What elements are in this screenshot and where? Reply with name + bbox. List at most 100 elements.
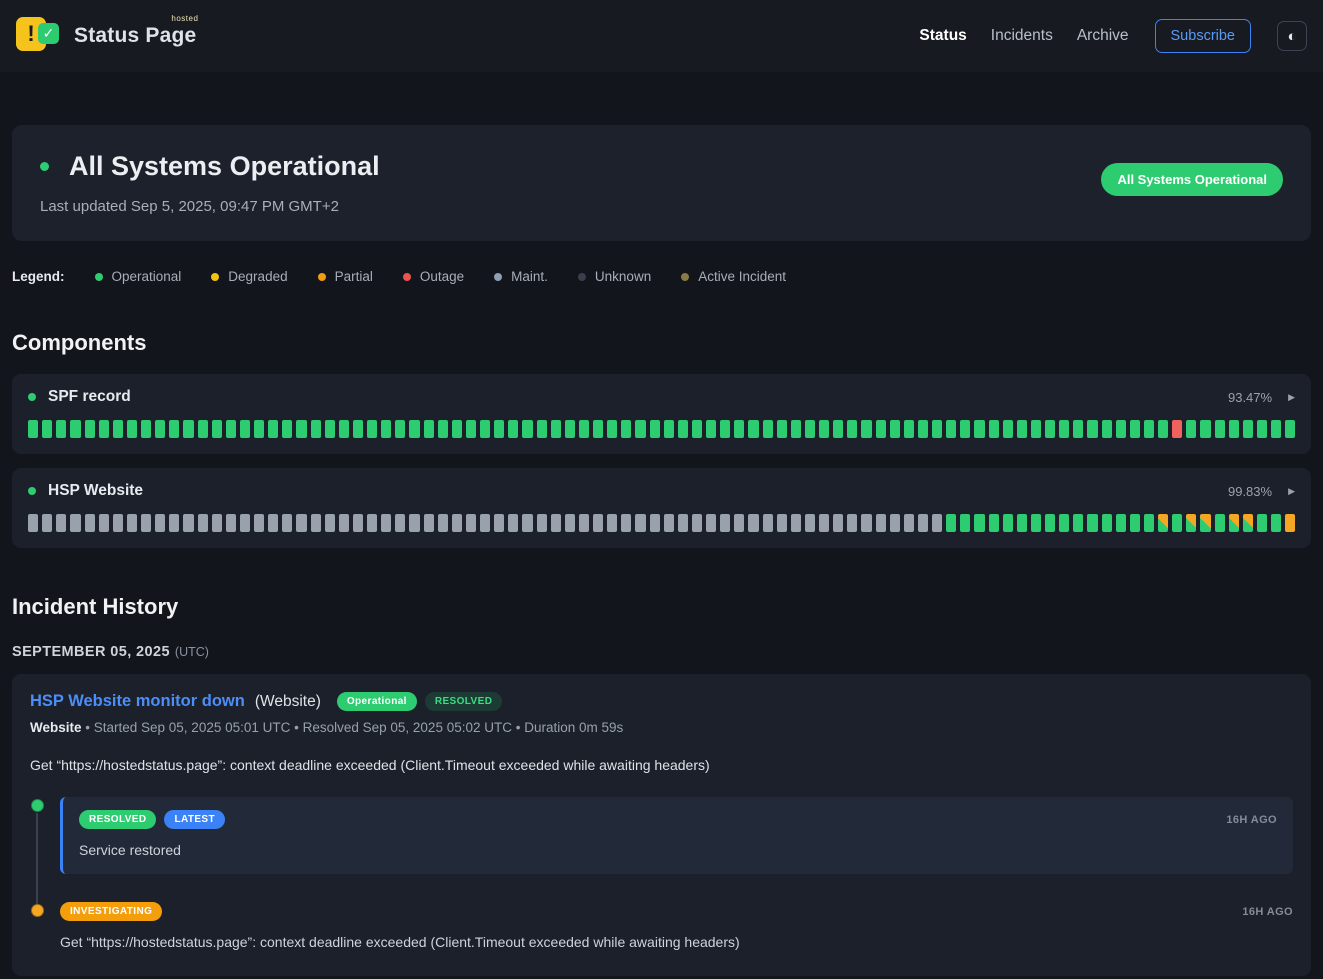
uptime-bar-operational[interactable] — [1073, 420, 1083, 438]
uptime-bar-operational[interactable] — [1243, 420, 1253, 438]
uptime-bar-nodata[interactable] — [706, 514, 716, 532]
uptime-bar-operational[interactable] — [1215, 514, 1225, 532]
uptime-bar-nodata[interactable] — [904, 514, 914, 532]
uptime-bar-operational[interactable] — [989, 420, 999, 438]
uptime-bar-degraded[interactable] — [1285, 514, 1295, 532]
uptime-bar-nodata[interactable] — [621, 514, 631, 532]
uptime-bar-nodata[interactable] — [212, 514, 222, 532]
component-card[interactable]: HSP Website99.83%▶ — [12, 468, 1311, 548]
uptime-bar-operational[interactable] — [1003, 420, 1013, 438]
uptime-bar-operational[interactable] — [551, 420, 561, 438]
uptime-bar-nodata[interactable] — [551, 514, 561, 532]
uptime-bar-nodata[interactable] — [28, 514, 38, 532]
uptime-bar-operational[interactable] — [1130, 514, 1140, 532]
uptime-bar-operational[interactable] — [1087, 514, 1097, 532]
uptime-bar-operational[interactable] — [1031, 420, 1041, 438]
uptime-bar-operational[interactable] — [1144, 514, 1154, 532]
uptime-bar-nodata[interactable] — [85, 514, 95, 532]
uptime-bar-operational[interactable] — [424, 420, 434, 438]
uptime-bar-operational[interactable] — [1059, 420, 1069, 438]
uptime-bar-nodata[interactable] — [720, 514, 730, 532]
uptime-bar-nodata[interactable] — [607, 514, 617, 532]
uptime-bar-operational[interactable] — [946, 420, 956, 438]
uptime-bar-operational[interactable] — [494, 420, 504, 438]
uptime-bar-nodata[interactable] — [268, 514, 278, 532]
nav-item-status[interactable]: Status — [919, 27, 966, 45]
uptime-bar-nodata[interactable] — [42, 514, 52, 532]
uptime-bar-operational[interactable] — [1116, 514, 1126, 532]
uptime-bar-nodata[interactable] — [155, 514, 165, 532]
uptime-bar-operational[interactable] — [1073, 514, 1083, 532]
uptime-bar-nodata[interactable] — [890, 514, 900, 532]
uptime-bar-nodata[interactable] — [198, 514, 208, 532]
theme-toggle-button[interactable]: ◐ — [1277, 21, 1307, 51]
uptime-bar-nodata[interactable] — [805, 514, 815, 532]
uptime-bar-nodata[interactable] — [861, 514, 871, 532]
uptime-bar-outage[interactable] — [1172, 420, 1182, 438]
uptime-bar-nodata[interactable] — [480, 514, 490, 532]
uptime-bar-nodata[interactable] — [748, 514, 758, 532]
uptime-bar-operational[interactable] — [1200, 420, 1210, 438]
uptime-bar-operational[interactable] — [960, 420, 970, 438]
uptime-bar-operational[interactable] — [1257, 420, 1267, 438]
uptime-bar-operational[interactable] — [579, 420, 589, 438]
uptime-bar-operational[interactable] — [1172, 514, 1182, 532]
uptime-bar-nodata[interactable] — [664, 514, 674, 532]
logo[interactable]: ! ✓ hosted Status Page — [16, 15, 196, 57]
uptime-bar-nodata[interactable] — [325, 514, 335, 532]
uptime-bar-nodata[interactable] — [296, 514, 306, 532]
uptime-bar-operational[interactable] — [791, 420, 801, 438]
uptime-bar-operational[interactable] — [621, 420, 631, 438]
uptime-bar-operational[interactable] — [155, 420, 165, 438]
uptime-bar-operational[interactable] — [240, 420, 250, 438]
uptime-bar-nodata[interactable] — [833, 514, 843, 532]
uptime-bar-nodata[interactable] — [932, 514, 942, 532]
uptime-bar-nodata[interactable] — [367, 514, 377, 532]
component-card[interactable]: SPF record93.47%▶ — [12, 374, 1311, 454]
uptime-bar-nodata[interactable] — [791, 514, 801, 532]
uptime-bar-operational[interactable] — [974, 420, 984, 438]
uptime-bar-operational[interactable] — [1003, 514, 1013, 532]
uptime-bar-operational[interactable] — [861, 420, 871, 438]
uptime-bar-operational[interactable] — [452, 420, 462, 438]
uptime-bar-operational[interactable] — [763, 420, 773, 438]
uptime-bar-operational[interactable] — [904, 420, 914, 438]
uptime-bar-operational[interactable] — [325, 420, 335, 438]
uptime-bar-operational[interactable] — [466, 420, 476, 438]
uptime-bar-operational[interactable] — [268, 420, 278, 438]
uptime-bar-operational[interactable] — [1215, 420, 1225, 438]
uptime-bar-operational[interactable] — [734, 420, 744, 438]
uptime-bar-operational[interactable] — [805, 420, 815, 438]
uptime-bar-nodata[interactable] — [127, 514, 137, 532]
uptime-bar-operational[interactable] — [974, 514, 984, 532]
chevron-right-icon[interactable]: ▶ — [1288, 392, 1295, 403]
uptime-bar-nodata[interactable] — [678, 514, 688, 532]
uptime-bar-operational[interactable] — [183, 420, 193, 438]
uptime-bar-operational[interactable] — [607, 420, 617, 438]
uptime-bar-operational[interactable] — [42, 420, 52, 438]
uptime-bar-nodata[interactable] — [99, 514, 109, 532]
uptime-bar-partial[interactable] — [1243, 514, 1253, 532]
uptime-bar-nodata[interactable] — [381, 514, 391, 532]
uptime-bar-nodata[interactable] — [254, 514, 264, 532]
uptime-bar-nodata[interactable] — [424, 514, 434, 532]
uptime-bar-operational[interactable] — [56, 420, 66, 438]
uptime-bar-operational[interactable] — [1102, 420, 1112, 438]
uptime-bar-operational[interactable] — [1017, 420, 1027, 438]
uptime-bar-nodata[interactable] — [70, 514, 80, 532]
uptime-bar-operational[interactable] — [1271, 514, 1281, 532]
uptime-bar-partial[interactable] — [1200, 514, 1210, 532]
uptime-bar-operational[interactable] — [141, 420, 151, 438]
uptime-bar-nodata[interactable] — [113, 514, 123, 532]
uptime-bar-operational[interactable] — [1102, 514, 1112, 532]
uptime-bar-operational[interactable] — [876, 420, 886, 438]
uptime-bar-operational[interactable] — [664, 420, 674, 438]
uptime-bar-operational[interactable] — [1045, 514, 1055, 532]
uptime-bar-operational[interactable] — [28, 420, 38, 438]
uptime-bar-operational[interactable] — [1045, 420, 1055, 438]
uptime-bar-nodata[interactable] — [777, 514, 787, 532]
uptime-bar-operational[interactable] — [212, 420, 222, 438]
uptime-bar-operational[interactable] — [1158, 420, 1168, 438]
uptime-bar-operational[interactable] — [960, 514, 970, 532]
uptime-bar-operational[interactable] — [1229, 420, 1239, 438]
